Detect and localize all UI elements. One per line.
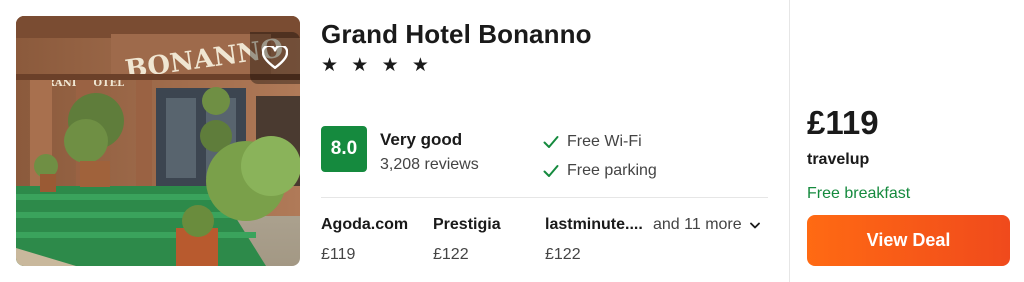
column-divider	[789, 0, 790, 282]
amenity-item: Free Wi-Fi	[543, 133, 642, 151]
provider-name: Agoda.com	[321, 216, 409, 233]
favorite-button[interactable]	[250, 32, 300, 84]
rating-label: Very good	[380, 130, 463, 149]
star-rating: ★ ★ ★ ★	[321, 55, 433, 76]
deal-provider: travelup	[807, 151, 870, 168]
provider-name: lastminute....	[545, 216, 643, 233]
amenity-item: Free parking	[543, 162, 657, 180]
section-divider	[321, 197, 768, 198]
chevron-down-icon	[749, 222, 760, 229]
check-icon	[543, 135, 561, 149]
provider-offer[interactable]: Agoda.com £119	[321, 216, 408, 264]
hotel-result-card: BONANNO GRAND HOTEL Grand Hotel Bonanno …	[0, 0, 1024, 282]
provider-offer[interactable]: Prestigia £122	[433, 216, 501, 264]
amenity-label: Free Wi-Fi	[567, 133, 642, 150]
amenity-label: Free parking	[567, 162, 657, 179]
rating-score-badge: 8.0	[321, 126, 367, 172]
provider-price: £122	[545, 246, 581, 263]
provider-name: Prestigia	[433, 216, 501, 233]
more-providers-toggle[interactable]: and 11 more	[653, 216, 760, 234]
hotel-name[interactable]: Grand Hotel Bonanno	[321, 19, 592, 50]
hotel-photo[interactable]: BONANNO GRAND HOTEL	[16, 16, 300, 266]
deal-perk: Free breakfast	[807, 185, 911, 202]
provider-offer[interactable]: lastminute.... £122	[545, 216, 643, 264]
view-deal-button[interactable]: View Deal	[807, 215, 1010, 266]
check-icon	[543, 164, 561, 178]
provider-price: £119	[321, 246, 356, 263]
review-count[interactable]: 3,208 reviews	[380, 156, 479, 174]
heart-icon	[262, 46, 288, 69]
more-providers-label: and 11 more	[653, 216, 742, 233]
provider-price: £122	[433, 246, 469, 263]
deal-price: £119	[807, 104, 879, 141]
